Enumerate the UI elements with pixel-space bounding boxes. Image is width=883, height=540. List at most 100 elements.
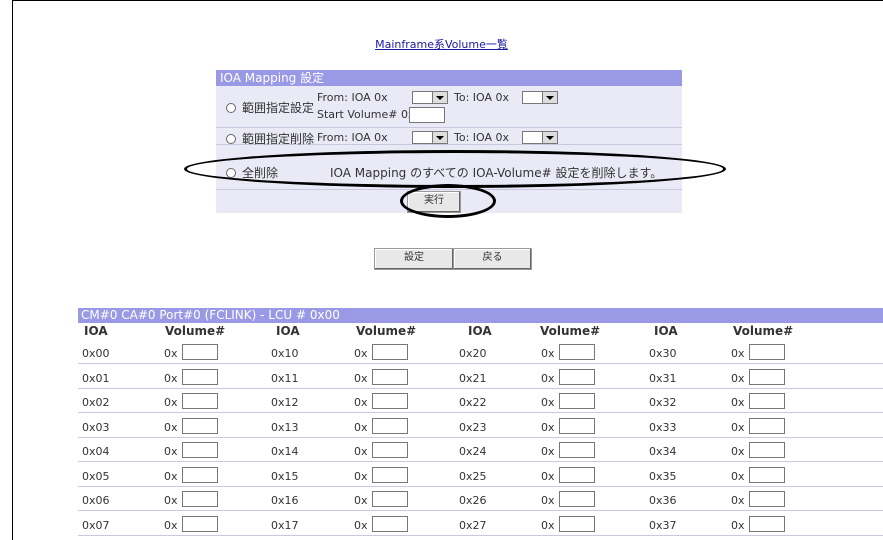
- col-header-ioa: IOA: [468, 324, 492, 338]
- volume-prefix: 0x: [164, 396, 178, 409]
- ioa-cell: 0x34: [649, 445, 677, 458]
- col-header-ioa: IOA: [84, 324, 108, 338]
- volume-input[interactable]: [559, 515, 595, 532]
- col-header-volume: Volume#: [356, 324, 417, 338]
- volume-prefix: 0x: [541, 347, 555, 360]
- volume-prefix: 0x: [541, 396, 555, 409]
- volume-prefix: 0x: [164, 518, 178, 532]
- volume-prefix: 0x: [354, 469, 368, 483]
- volume-prefix: 0x: [354, 420, 368, 434]
- volume-input[interactable]: [372, 466, 408, 483]
- ioa-cell: 0x27: [459, 518, 487, 532]
- col-header-ioa: IOA: [654, 324, 678, 338]
- volume-input[interactable]: [559, 442, 595, 458]
- volume-prefix: 0x: [164, 371, 178, 385]
- volume-input[interactable]: [559, 466, 595, 483]
- ioa-cell: 0x30: [649, 347, 677, 360]
- range-set-row: 範囲指定設定 From: IOA 0x To: IOA 0x Start Vol…: [216, 86, 682, 128]
- ioa-cell: 0x10: [271, 347, 299, 360]
- range-set-from-select[interactable]: [412, 91, 448, 104]
- ioa-cell: 0x23: [459, 420, 487, 434]
- volume-input[interactable]: [559, 417, 595, 434]
- range-delete-to-select[interactable]: [522, 131, 558, 144]
- volume-input[interactable]: [182, 515, 218, 532]
- volume-prefix: 0x: [541, 469, 555, 483]
- ioa-cell: 0x32: [649, 396, 677, 409]
- row-divider: [78, 387, 883, 389]
- col-header-volume: Volume#: [165, 324, 226, 338]
- ioa-cell: 0x20: [459, 347, 487, 360]
- volume-input[interactable]: [182, 368, 218, 385]
- ioa-cell: 0x02: [82, 396, 110, 409]
- volume-prefix: 0x: [354, 494, 368, 507]
- range-delete-to-label: To: IOA 0x: [454, 131, 510, 144]
- volume-input[interactable]: [749, 515, 785, 532]
- volume-input[interactable]: [182, 344, 218, 360]
- volume-input[interactable]: [749, 393, 785, 409]
- ioa-cell: 0x12: [271, 396, 299, 409]
- row-divider: [78, 461, 883, 462]
- ioa-cell: 0x36: [649, 494, 677, 507]
- range-delete-radio[interactable]: [226, 134, 236, 144]
- volume-input[interactable]: [559, 344, 595, 360]
- volume-prefix: 0x: [541, 371, 555, 385]
- volume-input[interactable]: [559, 368, 595, 385]
- ioa-cell: 0x26: [459, 494, 487, 507]
- lcu-table-header: CM#0 CA#0 Port#0 (FCLINK) - LCU # 0x00: [78, 308, 883, 323]
- volume-input[interactable]: [749, 344, 785, 360]
- col-header-volume: Volume#: [733, 324, 794, 338]
- back-button[interactable]: 戻る: [453, 248, 532, 270]
- volume-input[interactable]: [182, 442, 218, 458]
- volume-prefix: 0x: [164, 347, 178, 360]
- range-delete-from-label: From: IOA 0x: [317, 131, 388, 144]
- volume-input[interactable]: [182, 393, 218, 409]
- volume-input[interactable]: [749, 466, 785, 483]
- ioa-cell: 0x04: [82, 445, 110, 458]
- volume-prefix: 0x: [541, 445, 555, 458]
- volume-prefix: 0x: [354, 445, 368, 458]
- range-delete-from-select[interactable]: [412, 131, 448, 144]
- volume-input[interactable]: [372, 344, 408, 360]
- volume-input[interactable]: [372, 515, 408, 532]
- range-set-radio[interactable]: [226, 103, 236, 113]
- set-button[interactable]: 設定: [374, 248, 454, 270]
- row-divider: [78, 510, 883, 511]
- volume-input[interactable]: [559, 491, 595, 507]
- row-divider: [78, 412, 883, 413]
- ioa-cell: 0x06: [82, 494, 110, 507]
- ioa-cell: 0x16: [271, 494, 299, 507]
- volume-input[interactable]: [559, 393, 595, 409]
- volume-input[interactable]: [372, 442, 408, 458]
- volume-prefix: 0x: [354, 347, 368, 360]
- volume-prefix: 0x: [731, 469, 745, 483]
- ioa-cell: 0x05: [82, 469, 110, 483]
- volume-prefix: 0x: [731, 420, 745, 434]
- volume-input[interactable]: [182, 417, 218, 434]
- volume-prefix: 0x: [164, 420, 178, 434]
- volume-input[interactable]: [749, 417, 785, 434]
- volume-input[interactable]: [372, 393, 408, 409]
- range-set-to-label: To: IOA 0x: [454, 91, 510, 104]
- mainframe-volume-list-link[interactable]: Mainframe系Volume一覧: [0, 36, 883, 52]
- range-set-from-label: From: IOA 0x: [317, 91, 388, 104]
- col-header-volume: Volume#: [540, 324, 601, 338]
- ioa-cell: 0x15: [271, 469, 299, 483]
- volume-input[interactable]: [182, 466, 218, 483]
- delete-all-highlight-ellipse: [184, 150, 726, 188]
- ioa-cell: 0x25: [459, 469, 487, 483]
- volume-input[interactable]: [372, 491, 408, 507]
- volume-input[interactable]: [749, 491, 785, 507]
- range-set-to-select[interactable]: [522, 91, 558, 104]
- volume-input[interactable]: [182, 491, 218, 507]
- volume-input[interactable]: [372, 368, 408, 385]
- ioa-mapping-header: IOA Mapping 設定: [216, 70, 682, 86]
- volume-prefix: 0x: [731, 396, 745, 409]
- row-divider: [78, 485, 883, 487]
- volume-prefix: 0x: [731, 371, 745, 385]
- volume-input[interactable]: [749, 368, 785, 385]
- start-volume-input[interactable]: [409, 107, 445, 123]
- ioa-cell: 0x24: [459, 445, 487, 458]
- row-divider: [78, 436, 883, 438]
- volume-input[interactable]: [749, 442, 785, 458]
- volume-input[interactable]: [372, 417, 408, 434]
